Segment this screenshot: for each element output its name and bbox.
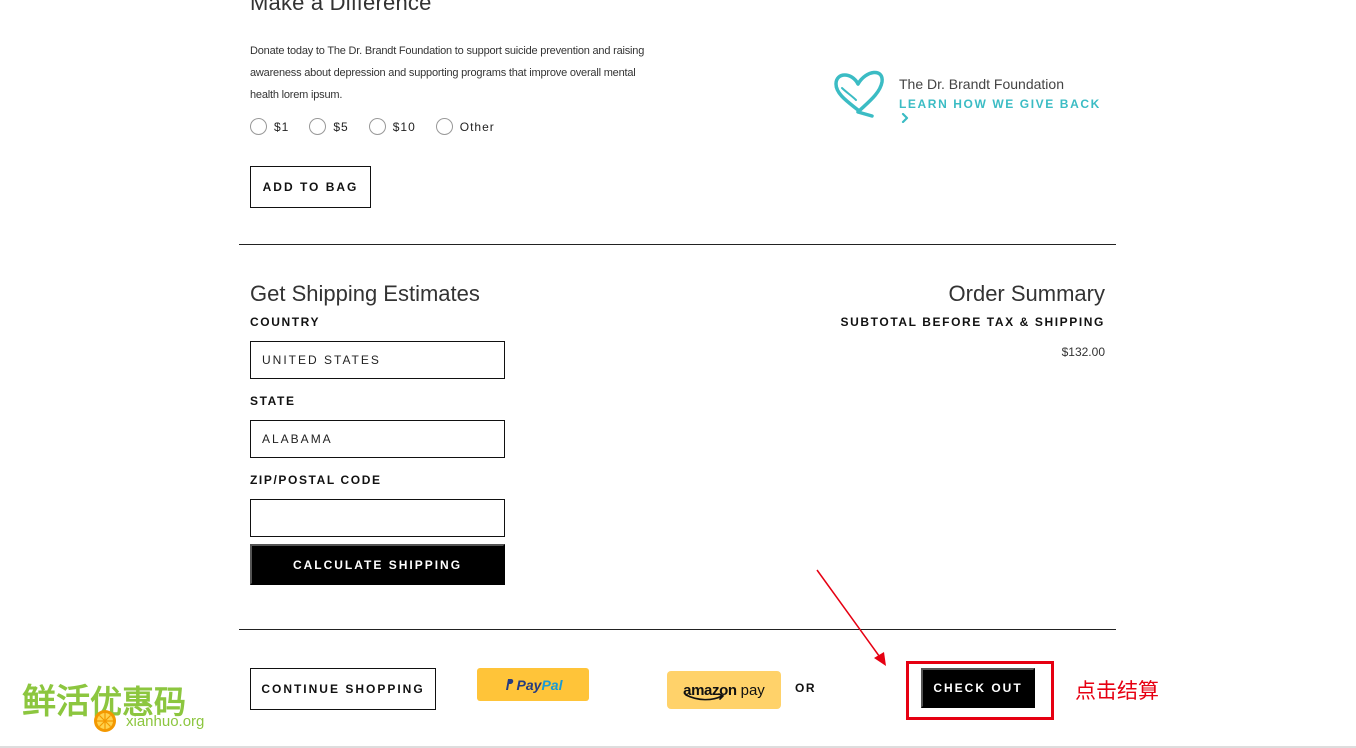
- amazon-smile-icon: [685, 693, 725, 701]
- donation-title: Make a Difference: [250, 0, 432, 15]
- watermark-title-part1: 鲜活: [22, 683, 90, 721]
- checkout-button[interactable]: CHECK OUT: [921, 668, 1035, 708]
- or-separator: OR: [795, 681, 817, 695]
- country-label: COUNTRY: [250, 315, 321, 329]
- donation-option-1[interactable]: $1: [250, 118, 289, 135]
- paypal-logo-icon: [505, 679, 513, 690]
- donation-option-5[interactable]: $5: [309, 118, 348, 135]
- state-value: ALABAMA: [262, 432, 333, 446]
- paypal-text-pal: Pal: [541, 676, 563, 693]
- donation-option-label: $5: [333, 119, 349, 134]
- donation-option-label: Other: [459, 119, 495, 134]
- section-divider: [239, 629, 1116, 630]
- foundation-name: The Dr. Brandt Foundation: [899, 76, 1064, 92]
- annotation-text: 点击结算: [1075, 679, 1159, 703]
- zip-label: ZIP/POSTAL CODE: [250, 473, 382, 487]
- shipping-estimates-title: Get Shipping Estimates: [250, 281, 480, 306]
- radio-button[interactable]: [250, 118, 267, 135]
- chevron-right-icon[interactable]: [900, 113, 910, 123]
- country-value: UNITED STATES: [262, 353, 381, 367]
- donation-option-10[interactable]: $10: [368, 118, 416, 135]
- donation-option-label: $1: [274, 119, 290, 134]
- donation-option-other[interactable]: Other: [435, 118, 495, 135]
- country-select[interactable]: UNITED STATES: [250, 341, 505, 379]
- learn-how-we-give-back-link[interactable]: LEARN HOW WE GIVE BACK: [899, 97, 1101, 111]
- radio-button[interactable]: [309, 118, 327, 135]
- add-to-bag-button[interactable]: ADD TO BAG: [250, 166, 371, 208]
- donation-description: Donate today to The Dr. Brandt Foundatio…: [250, 45, 645, 101]
- pay-text: pay: [740, 681, 765, 699]
- subtotal-label: SUBTOTAL BEFORE TAX & SHIPPING: [840, 315, 1105, 329]
- paypal-button[interactable]: Pay Pal: [477, 668, 589, 701]
- state-label: STATE: [250, 394, 296, 408]
- section-divider: [239, 244, 1116, 245]
- continue-shopping-button[interactable]: CONTINUE SHOPPING: [250, 668, 436, 710]
- paypal-text-pay: Pay: [516, 676, 542, 693]
- order-summary-title: Order Summary: [948, 281, 1105, 306]
- watermark-subtitle: xianhuo.org: [126, 713, 205, 730]
- radio-button[interactable]: [435, 118, 453, 135]
- calculate-shipping-button[interactable]: CALCULATE SHIPPING: [250, 544, 505, 585]
- subtotal-value: $132.00: [1061, 345, 1105, 359]
- zip-input[interactable]: [250, 499, 505, 537]
- donation-option-label: $10: [392, 119, 416, 134]
- state-select[interactable]: ALABAMA: [250, 420, 505, 458]
- heart-icon: [834, 70, 884, 118]
- radio-button[interactable]: [368, 118, 386, 135]
- donation-amount-options: $1 $5 $10 Other: [250, 118, 515, 135]
- annotation-arrow-icon: [816, 569, 886, 666]
- amazon-pay-button[interactable]: amazon pay: [667, 671, 781, 709]
- orange-slice-icon: [94, 710, 116, 732]
